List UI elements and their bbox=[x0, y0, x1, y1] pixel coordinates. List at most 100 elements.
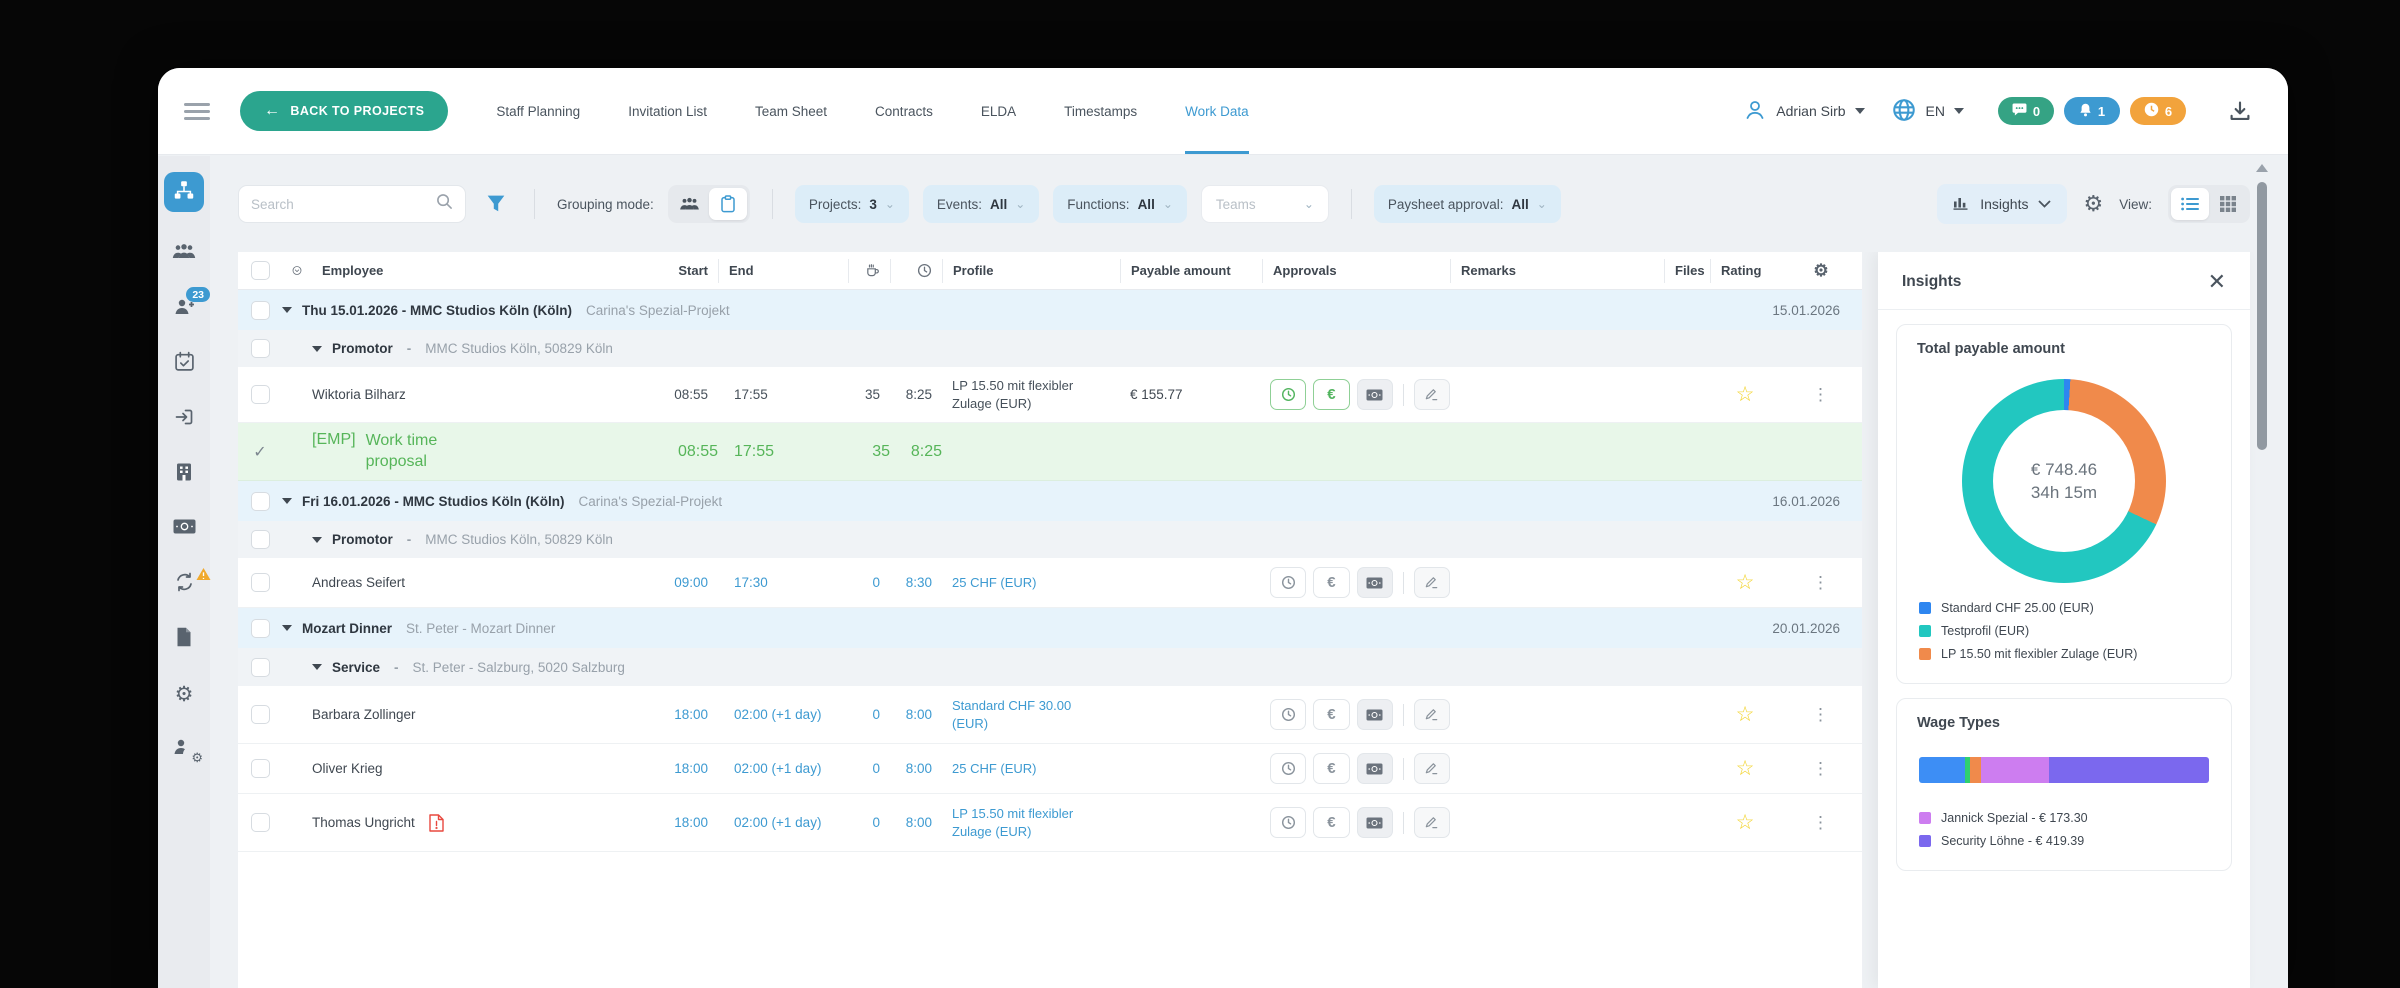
employee-name[interactable]: Thomas Ungricht bbox=[312, 815, 415, 830]
download-icon[interactable] bbox=[2228, 99, 2252, 123]
scrollbar-thumb[interactable] bbox=[2257, 182, 2267, 450]
approve-time-button[interactable] bbox=[1270, 807, 1307, 838]
approve-payment-button[interactable]: € bbox=[1313, 699, 1350, 730]
tab-team-sheet[interactable]: Team Sheet bbox=[755, 68, 827, 154]
close-icon[interactable]: ✕ bbox=[2208, 271, 2226, 293]
row-checkbox[interactable] bbox=[250, 530, 270, 549]
end-time[interactable]: 02:00 (+1 day) bbox=[718, 815, 848, 830]
function-group-row[interactable]: Promotor - MMC Studios Köln, 50829 Köln bbox=[238, 330, 1862, 367]
insights-button[interactable]: Insights bbox=[1937, 184, 2068, 224]
paysheet-approval-filter[interactable]: Paysheet approval: All ⌄ bbox=[1373, 185, 1561, 223]
collapse-caret-icon[interactable] bbox=[282, 307, 292, 313]
sidebar-item-planning[interactable] bbox=[164, 172, 204, 212]
row-checkbox[interactable] bbox=[250, 759, 270, 778]
collapse-caret-icon[interactable] bbox=[282, 625, 292, 631]
rating-star-icon[interactable]: ☆ bbox=[1710, 756, 1780, 781]
collapse-caret-icon[interactable] bbox=[282, 498, 292, 504]
start-time[interactable]: 09:00 bbox=[660, 575, 718, 590]
row-menu-icon[interactable]: ⋮ bbox=[1780, 813, 1862, 833]
rating-star-icon[interactable]: ☆ bbox=[1710, 382, 1780, 407]
teams-filter[interactable]: Teams ⌄ bbox=[1200, 185, 1329, 223]
tab-invitation-list[interactable]: Invitation List bbox=[628, 68, 707, 154]
signature-button[interactable] bbox=[1413, 807, 1451, 838]
menu-icon[interactable] bbox=[184, 102, 210, 120]
row-checkbox[interactable] bbox=[250, 618, 270, 638]
vertical-scrollbar[interactable] bbox=[2256, 164, 2268, 988]
tab-work-data[interactable]: Work Data bbox=[1185, 68, 1249, 154]
end-time[interactable]: 02:00 (+1 day) bbox=[718, 761, 848, 776]
sidebar-item-team[interactable] bbox=[164, 241, 204, 267]
projects-filter[interactable]: Projects: 3 ⌄ bbox=[794, 185, 909, 223]
end-time[interactable]: 02:00 (+1 day) bbox=[718, 707, 848, 722]
row-menu-icon[interactable]: ⋮ bbox=[1780, 573, 1862, 593]
row-checkbox[interactable] bbox=[250, 385, 270, 404]
signature-button[interactable] bbox=[1413, 753, 1451, 784]
employee-name[interactable]: Wiktoria Bilharz bbox=[312, 387, 406, 402]
select-all-checkbox[interactable] bbox=[250, 261, 270, 280]
approve-time-button[interactable] bbox=[1270, 753, 1307, 784]
time-badge[interactable]: 6 bbox=[2130, 97, 2186, 125]
signature-button[interactable] bbox=[1413, 379, 1451, 410]
sidebar-item-company[interactable] bbox=[164, 461, 204, 487]
notifications-badge[interactable]: 1 bbox=[2064, 97, 2120, 125]
paysheet-icon[interactable] bbox=[1356, 567, 1393, 598]
row-checkbox[interactable] bbox=[250, 657, 270, 677]
row-checkbox[interactable] bbox=[250, 705, 270, 724]
tab-staff-planning[interactable]: Staff Planning bbox=[496, 68, 580, 154]
sidebar-item-documents[interactable] bbox=[164, 626, 204, 652]
rating-star-icon[interactable]: ☆ bbox=[1710, 570, 1780, 595]
sidebar-item-settings[interactable]: ⚙ bbox=[164, 681, 204, 707]
date-group-row[interactable]: Mozart Dinner St. Peter - Mozart Dinner … bbox=[238, 608, 1862, 648]
rating-star-icon[interactable]: ☆ bbox=[1710, 702, 1780, 727]
functions-filter[interactable]: Functions: All ⌄ bbox=[1053, 185, 1187, 223]
approve-time-button[interactable] bbox=[1270, 699, 1307, 730]
collapse-caret-icon[interactable] bbox=[312, 536, 322, 543]
paysheet-icon[interactable] bbox=[1356, 753, 1393, 784]
rating-star-icon[interactable]: ☆ bbox=[1710, 810, 1780, 835]
signature-button[interactable] bbox=[1413, 567, 1451, 598]
missing-document-icon[interactable] bbox=[429, 813, 444, 832]
approve-payment-button[interactable]: € bbox=[1313, 807, 1350, 838]
row-checkbox[interactable] bbox=[250, 339, 270, 358]
sidebar-item-user-settings[interactable]: ⚙ bbox=[164, 736, 204, 764]
row-menu-icon[interactable]: ⋮ bbox=[1780, 385, 1862, 405]
approve-payment-button[interactable]: € bbox=[1313, 567, 1350, 598]
paysheet-icon[interactable] bbox=[1356, 807, 1393, 838]
start-time[interactable]: 18:00 bbox=[660, 761, 718, 776]
employee-name[interactable]: Oliver Krieg bbox=[312, 761, 383, 776]
list-view-button[interactable] bbox=[2171, 188, 2209, 220]
tab-contracts[interactable]: Contracts bbox=[875, 68, 933, 154]
scroll-up-arrow[interactable] bbox=[2256, 164, 2268, 172]
collapse-caret-icon[interactable] bbox=[312, 664, 322, 670]
search-input[interactable] bbox=[251, 196, 436, 212]
start-time[interactable]: 08:55 bbox=[660, 387, 718, 402]
tab-elda[interactable]: ELDA bbox=[981, 68, 1016, 154]
collapse-all-icon[interactable] bbox=[282, 259, 312, 283]
row-checkbox[interactable] bbox=[250, 573, 270, 592]
date-group-row[interactable]: Fri 16.01.2026 - MMC Studios Köln (Köln)… bbox=[238, 481, 1862, 521]
end-time[interactable]: 17:55 bbox=[718, 387, 848, 402]
tab-timestamps[interactable]: Timestamps bbox=[1064, 68, 1137, 154]
row-checkbox[interactable] bbox=[250, 300, 270, 320]
column-settings-icon[interactable]: ⚙ bbox=[1780, 259, 1862, 283]
row-checkbox[interactable] bbox=[250, 813, 270, 832]
paysheet-icon[interactable] bbox=[1356, 699, 1393, 730]
function-group-row[interactable]: Service - St. Peter - Salzburg, 5020 Sal… bbox=[238, 648, 1862, 686]
row-checkbox[interactable] bbox=[250, 491, 270, 511]
sidebar-item-add-person[interactable]: 23 bbox=[164, 287, 210, 322]
employee-name[interactable]: Barbara Zollinger bbox=[312, 707, 416, 722]
group-by-project-button[interactable] bbox=[708, 188, 747, 220]
grid-view-button[interactable] bbox=[2209, 188, 2247, 220]
sidebar-item-sync[interactable] bbox=[164, 568, 211, 597]
messages-badge[interactable]: 0 bbox=[1998, 97, 2054, 125]
row-menu-icon[interactable]: ⋮ bbox=[1780, 705, 1862, 725]
approve-payment-button[interactable]: € bbox=[1313, 753, 1350, 784]
table-settings-icon[interactable]: ⚙ bbox=[2083, 193, 2103, 215]
filter-icon[interactable] bbox=[480, 194, 512, 214]
row-menu-icon[interactable]: ⋮ bbox=[1780, 759, 1862, 779]
approve-time-button[interactable] bbox=[1270, 379, 1307, 410]
events-filter[interactable]: Events: All ⌄ bbox=[922, 185, 1040, 223]
collapse-caret-icon[interactable] bbox=[312, 345, 322, 352]
end-time[interactable]: 17:30 bbox=[718, 575, 848, 590]
group-by-people-button[interactable] bbox=[671, 188, 709, 220]
